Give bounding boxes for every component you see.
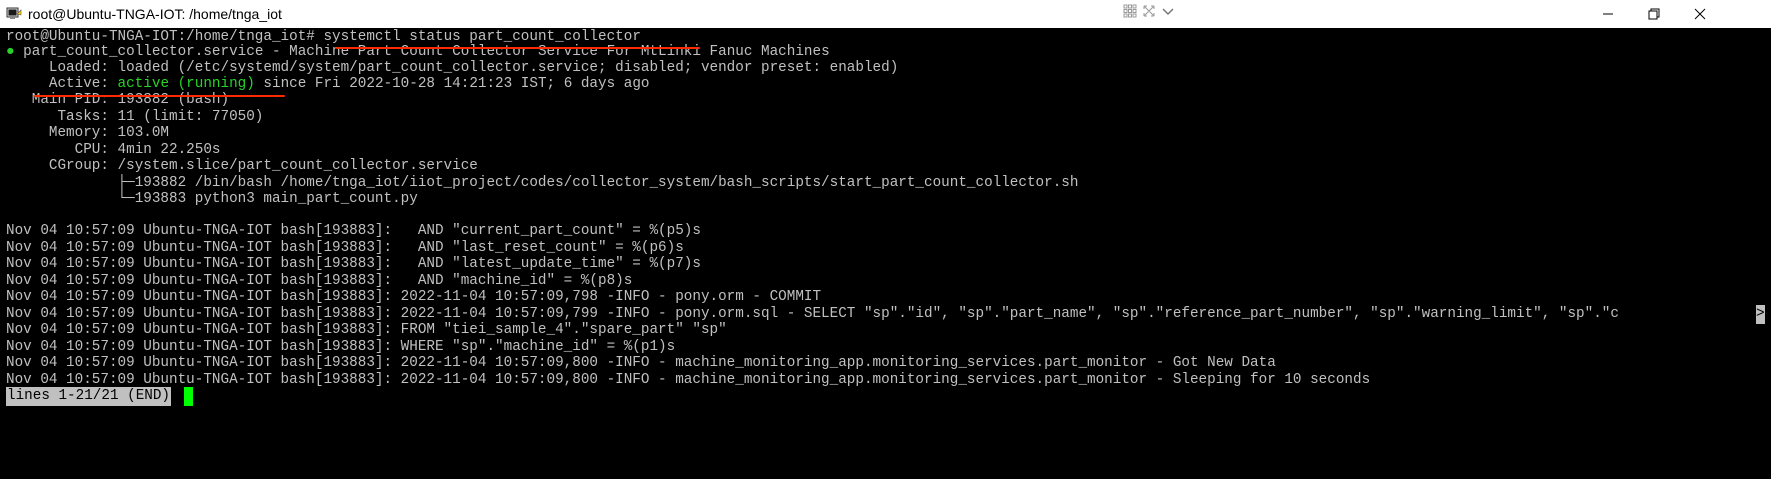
maximize-button[interactable] [1631,0,1677,28]
annotation-underline-command [336,47,700,49]
window-title: root@Ubuntu-TNGA-IOT: /home/tnga_iot [28,6,282,22]
pager-status: lines 1-21/21 (END) [6,387,172,406]
text-cursor [184,387,193,406]
active-status-value: active (running) [117,75,255,92]
status-dot-icon: ● [6,43,15,60]
line-truncation-marker: > [1756,304,1765,324]
close-icon [1694,8,1706,20]
terminal-output[interactable]: root@Ubuntu-TNGA-IOT:/home/tnga_iot# sys… [0,28,1771,479]
restore-icon [1648,8,1660,20]
chevron-down-icon[interactable] [1160,3,1176,19]
minimize-icon [1603,13,1613,15]
window-titlebar[interactable]: root@Ubuntu-TNGA-IOT: /home/tnga_iot [0,0,1771,28]
grid-icon[interactable] [1122,3,1138,19]
unit-description: part_count_collector.service - Machine P… [14,43,830,60]
close-button[interactable] [1677,0,1723,28]
cgroup-process-2: └─193883 python3 main_part_count.py [6,191,418,207]
log-line: Nov 04 10:57:09 Ubuntu-TNGA-IOT bash[193… [6,371,1371,388]
annotation-underline-active [34,95,285,97]
active-since: since Fri 2022-10-28 14:21:23 IST; 6 day… [254,75,650,92]
putty-terminal-icon [6,7,22,19]
minimize-button[interactable] [1585,0,1631,28]
window-extra-controls [1122,3,1176,21]
expand-arrows-icon[interactable] [1141,3,1157,19]
active-label: Active: [6,75,118,92]
